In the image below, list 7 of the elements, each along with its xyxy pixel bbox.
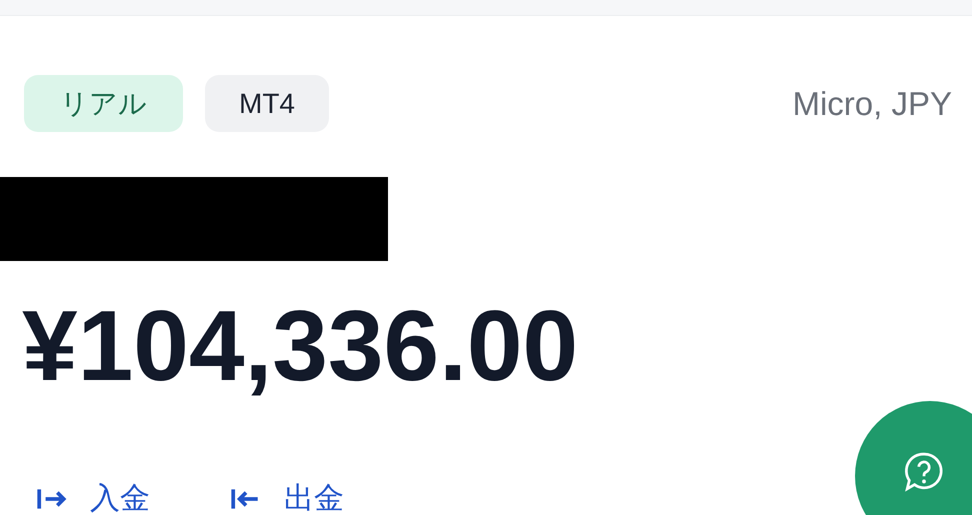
account-tag: リアル (24, 75, 183, 132)
account-type: Micro, JPY (792, 84, 952, 122)
action-link[interactable]: 出金 (230, 478, 344, 515)
account-tag: MT4 (205, 75, 329, 132)
help-chat-icon (903, 451, 945, 493)
balance-amount: ¥104,336.00 (22, 291, 578, 401)
action-link[interactable]: 入金 (36, 478, 150, 515)
